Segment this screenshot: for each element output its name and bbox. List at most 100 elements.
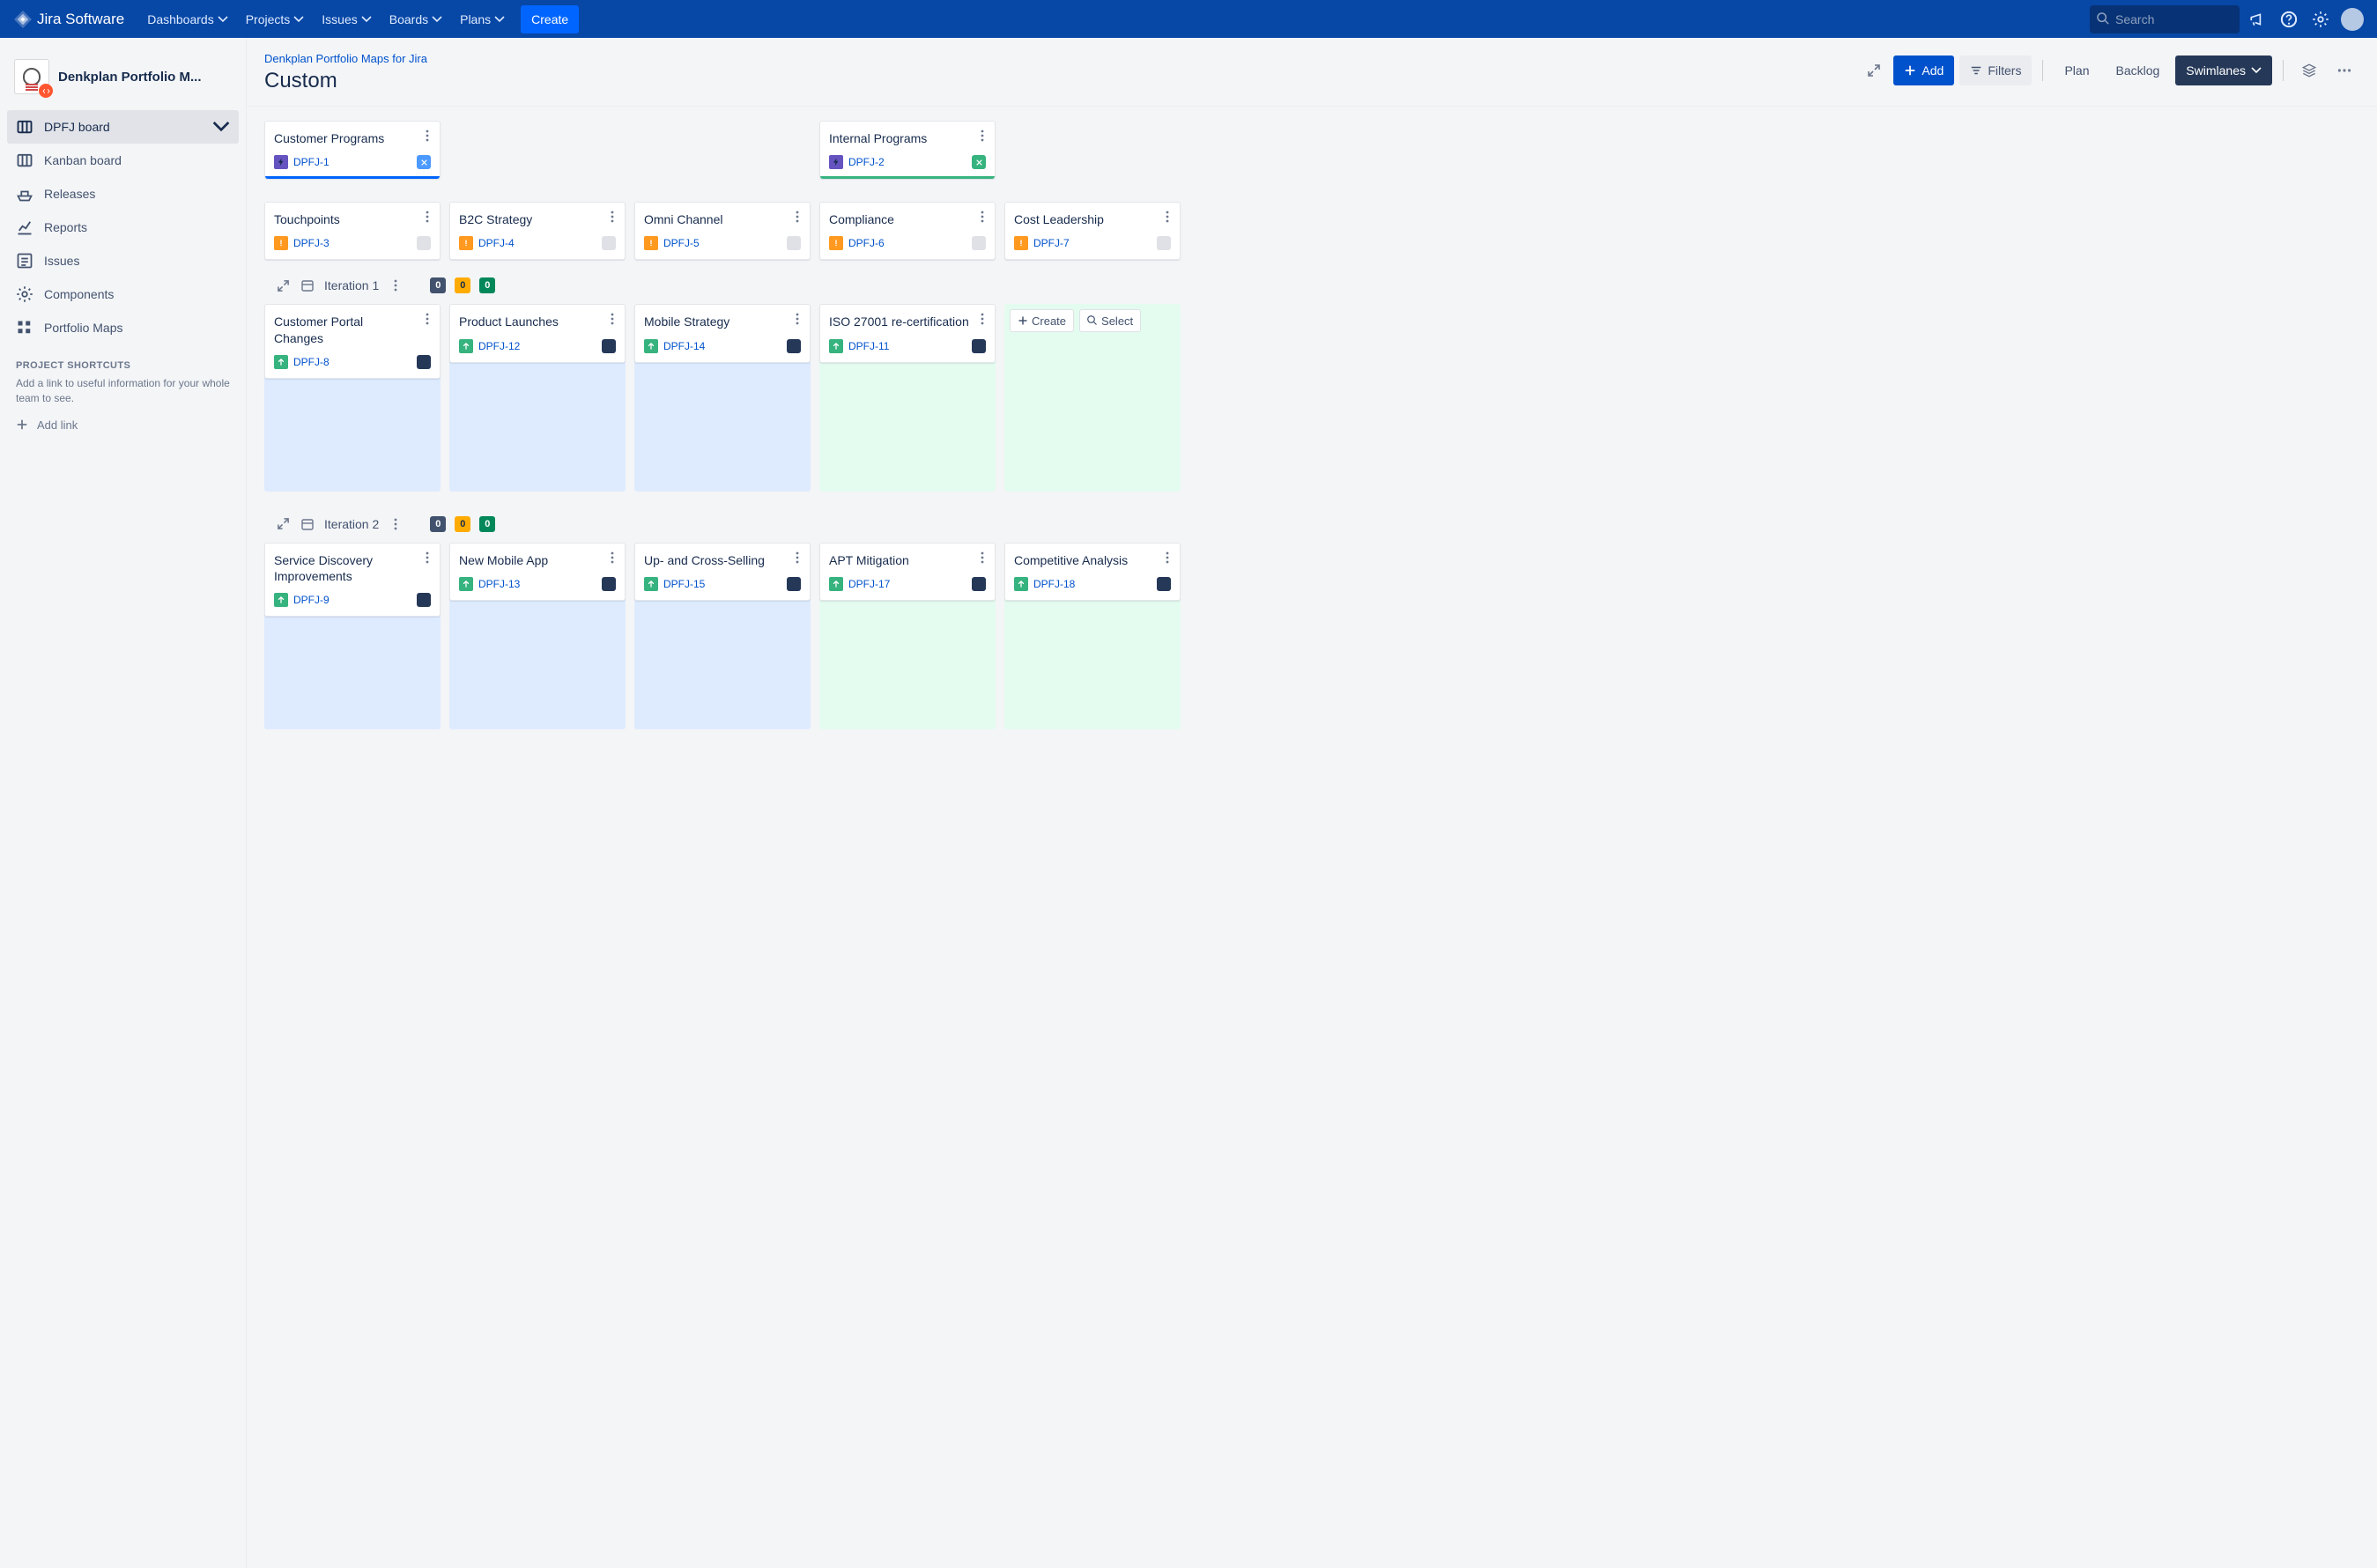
story-card[interactable]: Up- and Cross-Selling DPFJ-15	[634, 543, 811, 601]
add-link-button[interactable]: Add link	[7, 406, 239, 444]
code-icon	[42, 87, 50, 95]
story-card[interactable]: Competitive Analysis DPFJ-18	[1004, 543, 1181, 601]
sidebar-item[interactable]: Reports	[7, 211, 239, 244]
issue-key[interactable]: DPFJ-7	[1033, 237, 1070, 249]
breadcrumb[interactable]: Denkplan Portfolio Maps for Jira	[264, 50, 1860, 65]
issue-key[interactable]: DPFJ-17	[848, 578, 890, 590]
topnav-item[interactable]: Plans	[451, 0, 514, 38]
story-card[interactable]: Product Launches DPFJ-12	[449, 304, 626, 362]
card-more-button[interactable]	[420, 551, 434, 565]
issue-key[interactable]: DPFJ-2	[848, 156, 885, 168]
program-card[interactable]: Internal Programs DPFJ-2	[819, 121, 996, 179]
epic-card[interactable]: B2C Strategy DPFJ-4	[449, 202, 626, 260]
search-input[interactable]	[2110, 11, 2216, 27]
issue-key[interactable]: DPFJ-15	[663, 578, 705, 590]
story-card[interactable]: Service Discovery Improvements DPFJ-9	[264, 543, 441, 617]
issue-key[interactable]: DPFJ-8	[293, 356, 330, 368]
card-more-button[interactable]	[975, 312, 989, 326]
card-more-button[interactable]	[605, 312, 619, 326]
layers-button[interactable]	[2294, 55, 2324, 85]
plan-button[interactable]: Plan	[2054, 55, 2099, 85]
more-actions-button[interactable]	[2329, 55, 2359, 85]
sidebar-item[interactable]: DPFJ board	[7, 110, 239, 144]
profile-button[interactable]	[2338, 5, 2366, 33]
lane-dropzone[interactable]	[819, 599, 996, 729]
lane-dropzone[interactable]	[634, 599, 811, 729]
lane-dropzone[interactable]	[264, 377, 441, 492]
issue-key[interactable]: DPFJ-4	[478, 237, 515, 249]
topnav-item[interactable]: Boards	[381, 0, 451, 38]
issue-key[interactable]: DPFJ-9	[293, 594, 330, 606]
topnav-item[interactable]: Dashboards	[138, 0, 237, 38]
epic-card[interactable]: Cost Leadership DPFJ-7	[1004, 202, 1181, 260]
story-card[interactable]: APT Mitigation DPFJ-17	[819, 543, 996, 601]
project-header[interactable]: Denkplan Portfolio M...	[7, 52, 239, 110]
card-more-button[interactable]	[1160, 551, 1174, 565]
issue-key[interactable]: DPFJ-13	[478, 578, 520, 590]
collapse-button[interactable]	[1860, 55, 1888, 85]
filters-button[interactable]: Filters	[1959, 55, 2032, 85]
program-card[interactable]: Customer Programs DPFJ-1	[264, 121, 441, 179]
global-search[interactable]	[2090, 5, 2240, 33]
add-button[interactable]: Add	[1893, 55, 1954, 85]
card-more-button[interactable]	[975, 210, 989, 224]
card-more-button[interactable]	[790, 312, 804, 326]
story-card[interactable]: Mobile Strategy DPFJ-14	[634, 304, 811, 362]
epic-card[interactable]: Omni Channel DPFJ-5	[634, 202, 811, 260]
card-more-button[interactable]	[975, 551, 989, 565]
card-more-button[interactable]	[790, 210, 804, 224]
iteration-more-button[interactable]	[388, 277, 404, 293]
lane-dropzone[interactable]	[819, 361, 996, 492]
story-card[interactable]: Customer Portal Changes DPFJ-8	[264, 304, 441, 378]
help-button[interactable]	[2275, 5, 2303, 33]
card-more-button[interactable]	[420, 210, 434, 224]
issue-key[interactable]: DPFJ-14	[663, 340, 705, 352]
global-nav: Jira Software Dashboards Projects Issues…	[0, 0, 2377, 38]
issue-key[interactable]: DPFJ-3	[293, 237, 330, 249]
sidebar-item[interactable]: Kanban board	[7, 144, 239, 177]
issue-key[interactable]: DPFJ-1	[293, 156, 330, 168]
card-more-button[interactable]	[605, 210, 619, 224]
card-more-button[interactable]	[420, 129, 434, 143]
sidebar-item[interactable]: Components	[7, 277, 239, 311]
card-more-button[interactable]	[605, 551, 619, 565]
lane-select-button[interactable]: Select	[1079, 309, 1141, 332]
jira-logo[interactable]: Jira Software	[0, 11, 138, 28]
collapse-iteration-button[interactable]	[275, 516, 291, 532]
epic-card[interactable]: Compliance DPFJ-6	[819, 202, 996, 260]
card-more-button[interactable]	[975, 129, 989, 143]
topnav-item[interactable]: Issues	[313, 0, 380, 38]
lane-dropzone[interactable]	[1004, 599, 1181, 729]
issue-key[interactable]: DPFJ-11	[848, 340, 889, 352]
create-button[interactable]: Create	[521, 5, 579, 33]
issue-key[interactable]: DPFJ-12	[478, 340, 520, 352]
swimlanes-button[interactable]: Swimlanes	[2175, 55, 2272, 85]
epic-card[interactable]: Touchpoints DPFJ-3	[264, 202, 441, 260]
lane-dropzone[interactable]	[264, 615, 441, 729]
issue-key[interactable]: DPFJ-5	[663, 237, 700, 249]
card-more-button[interactable]	[1160, 210, 1174, 224]
lane-create-button[interactable]: Create	[1010, 309, 1074, 332]
issue-key[interactable]: DPFJ-18	[1033, 578, 1075, 590]
iteration-more-button[interactable]	[388, 516, 404, 532]
feedback-button[interactable]	[2243, 5, 2271, 33]
sidebar-item[interactable]: Portfolio Maps	[7, 311, 239, 344]
collapse-iteration-button[interactable]	[275, 277, 291, 293]
story-card[interactable]: ISO 27001 re-certification DPFJ-11	[819, 304, 996, 362]
card-more-button[interactable]	[790, 551, 804, 565]
backlog-button[interactable]: Backlog	[2105, 55, 2170, 85]
sidebar-item[interactable]: Releases	[7, 177, 239, 211]
story-card[interactable]: New Mobile App DPFJ-13	[449, 543, 626, 601]
tag-button[interactable]	[972, 155, 986, 169]
topnav-item[interactable]: Projects	[237, 0, 314, 38]
lane-dropzone[interactable]	[1004, 336, 1181, 491]
lane-dropzone[interactable]	[449, 361, 626, 492]
lane-dropzone[interactable]	[449, 599, 626, 729]
card-more-button[interactable]	[420, 312, 434, 326]
sidebar-item[interactable]: Issues	[7, 244, 239, 277]
card-title: Competitive Analysis	[1014, 552, 1171, 568]
settings-button[interactable]	[2307, 5, 2335, 33]
issue-key[interactable]: DPFJ-6	[848, 237, 885, 249]
lane-dropzone[interactable]	[634, 361, 811, 492]
tag-button[interactable]	[417, 155, 431, 169]
